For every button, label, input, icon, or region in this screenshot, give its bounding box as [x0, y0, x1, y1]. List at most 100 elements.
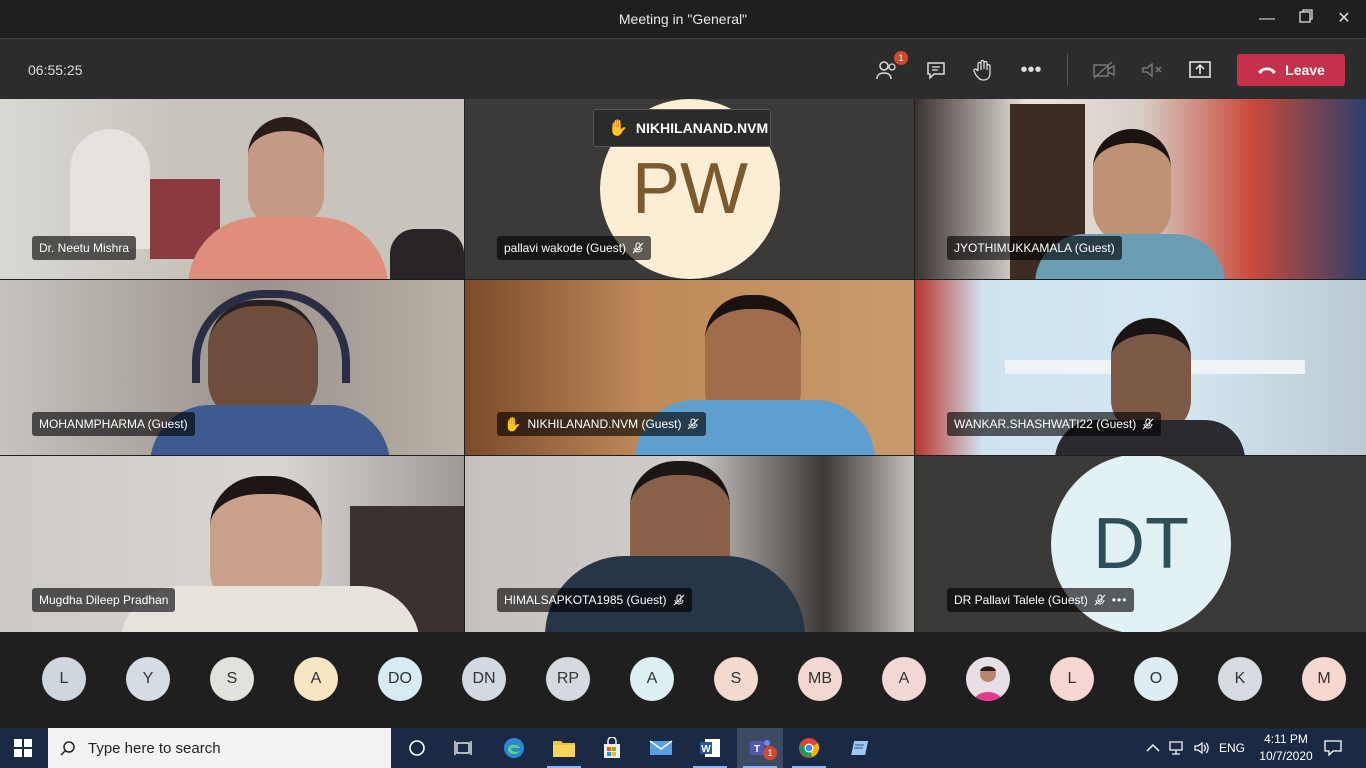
action-center-button[interactable] [1324, 728, 1342, 768]
chrome-app-button[interactable] [786, 728, 832, 768]
video-tile[interactable]: ✋ NIKHILANAND.NVM (Guest) [465, 280, 914, 455]
video-tile[interactable]: Mugdha Dileep Pradhan [0, 456, 464, 632]
attendee-avatar[interactable]: DN [462, 657, 506, 701]
participant-nametag: MOHANMPHARMA (Guest) [32, 412, 195, 436]
more-actions-button[interactable]: ••• [1018, 57, 1044, 83]
attendee-initials: L [59, 670, 69, 687]
mic-toggle-button[interactable] [1139, 57, 1165, 83]
close-button[interactable]: ✕ [1332, 8, 1356, 30]
chat-button[interactable] [923, 57, 949, 83]
search-icon [60, 741, 75, 756]
svg-text:W: W [701, 744, 711, 755]
camera-toggle-button[interactable] [1091, 57, 1117, 83]
attendee-avatar[interactable]: A [630, 657, 674, 701]
participant-name: DR Pallavi Talele (Guest) [954, 593, 1088, 607]
participant-face [1093, 129, 1171, 243]
mic-muted-icon [673, 594, 684, 606]
taskbar-clock[interactable]: 4:11 PM 10/7/2020 [1256, 731, 1316, 765]
video-tile[interactable]: DT DR Pallavi Talele (Guest) ••• [915, 456, 1366, 632]
participant-name: pallavi wakode (Guest) [504, 241, 627, 255]
share-screen-button[interactable] [1187, 57, 1213, 83]
folder-icon [553, 741, 575, 757]
teams-app-button[interactable]: T 1 [737, 728, 783, 768]
restore-icon [1299, 9, 1313, 23]
participant-name: NIKHILANAND.NVM (Guest) [527, 417, 682, 431]
attendee-roster: L Y S A DO DN RP A S MB A L O K M [0, 632, 1366, 728]
more-options-icon[interactable]: ••• [1112, 593, 1128, 607]
avatar-initials: DT [1093, 504, 1189, 584]
attendee-avatar[interactable]: S [210, 657, 254, 701]
cortana-button[interactable] [394, 728, 440, 768]
toolbar-separator [1067, 53, 1068, 85]
attendee-avatar[interactable]: M [1302, 657, 1346, 701]
file-explorer-button[interactable] [541, 728, 587, 768]
attendee-initials: DO [388, 670, 412, 687]
participants-badge: 1 [894, 51, 908, 65]
attendee-avatar[interactable]: RP [546, 657, 590, 701]
taskbar-search-box[interactable]: Type here to search [48, 728, 391, 768]
language-indicator[interactable]: ENG [1219, 728, 1245, 768]
notepad-app-button[interactable] [835, 728, 881, 768]
participants-button[interactable]: 1 [874, 51, 908, 83]
participant-name: Dr. Neetu Mishra [39, 241, 130, 255]
attendee-avatar[interactable]: L [42, 657, 86, 701]
task-view-button[interactable] [440, 728, 486, 768]
attendee-photo-avatar[interactable] [966, 657, 1010, 701]
word-app-button[interactable]: W [687, 728, 733, 768]
raise-hand-icon [973, 59, 991, 81]
start-button[interactable] [0, 728, 46, 768]
participant-nametag: HIMALSAPKOTA1985 (Guest) [497, 588, 692, 612]
video-tile[interactable]: JYOTHIMUKKAMALA (Guest) [915, 99, 1366, 279]
video-tile[interactable]: MOHANMPHARMA (Guest) [0, 280, 464, 455]
attendee-avatar[interactable]: MB [798, 657, 842, 701]
attendee-avatar[interactable]: K [1218, 657, 1262, 701]
word-icon: W [700, 739, 720, 757]
participant-nametag: Dr. Neetu Mishra [32, 236, 137, 260]
store-icon [604, 737, 620, 758]
windows-logo-icon [14, 739, 32, 757]
show-hidden-icons-button[interactable] [1146, 728, 1160, 768]
participant-nametag: Mugdha Dileep Pradhan [32, 588, 176, 612]
chat-icon [927, 62, 945, 80]
video-tile[interactable]: Dr. Neetu Mishra [0, 99, 464, 279]
attendee-avatar[interactable]: A [882, 657, 926, 701]
participant-nametag: DR Pallavi Talele (Guest) ••• [947, 588, 1135, 612]
attendee-avatar[interactable]: S [714, 657, 758, 701]
participant-face [248, 117, 324, 227]
clock-date: 10/7/2020 [1259, 749, 1313, 763]
teams-badge: 1 [763, 746, 777, 760]
leave-label: Leave [1285, 62, 1325, 78]
attendee-avatar[interactable]: O [1134, 657, 1178, 701]
volume-button[interactable] [1193, 728, 1211, 768]
raised-hand-notification: ✋ NIKHILANAND.NVM [593, 109, 771, 147]
store-app-button[interactable] [589, 728, 635, 768]
raise-hand-button[interactable] [970, 57, 996, 83]
mic-muted-icon [632, 242, 644, 254]
leave-button[interactable]: Leave [1237, 54, 1345, 86]
participant-name: Mugdha Dileep Pradhan [39, 593, 169, 607]
attendee-avatar[interactable]: Y [126, 657, 170, 701]
attendee-avatar[interactable]: L [1050, 657, 1094, 701]
language-label: ENG [1219, 741, 1246, 755]
edge-icon [504, 738, 524, 758]
share-screen-icon [1189, 61, 1211, 78]
video-tile[interactable]: WANKAR.SHASHWATI22 (Guest) [915, 280, 1366, 455]
maximize-button[interactable] [1294, 8, 1318, 30]
mail-icon [649, 740, 673, 755]
flowers-background [70, 129, 150, 249]
edge-app-button[interactable] [491, 728, 537, 768]
meeting-timer: 06:55:25 [28, 62, 83, 78]
minimize-button[interactable]: — [1255, 8, 1279, 30]
participant-name: WANKAR.SHASHWATI22 (Guest) [954, 417, 1137, 431]
attendee-avatar[interactable]: A [294, 657, 338, 701]
chevron-up-icon [1146, 743, 1160, 752]
video-tile[interactable]: HIMALSAPKOTA1985 (Guest) [465, 456, 914, 632]
network-button[interactable] [1168, 728, 1186, 768]
camera-off-icon [1093, 61, 1115, 79]
attendee-avatar[interactable]: DO [378, 657, 422, 701]
title-bar: Meeting in "General" — ✕ [0, 0, 1366, 38]
windows-taskbar: Type here to search W T 1 ENG 4:11 PM 10… [0, 728, 1366, 768]
window-title: Meeting in "General" [618, 11, 748, 27]
participant-name: HIMALSAPKOTA1985 (Guest) [504, 593, 667, 607]
mail-app-button[interactable] [638, 728, 684, 768]
